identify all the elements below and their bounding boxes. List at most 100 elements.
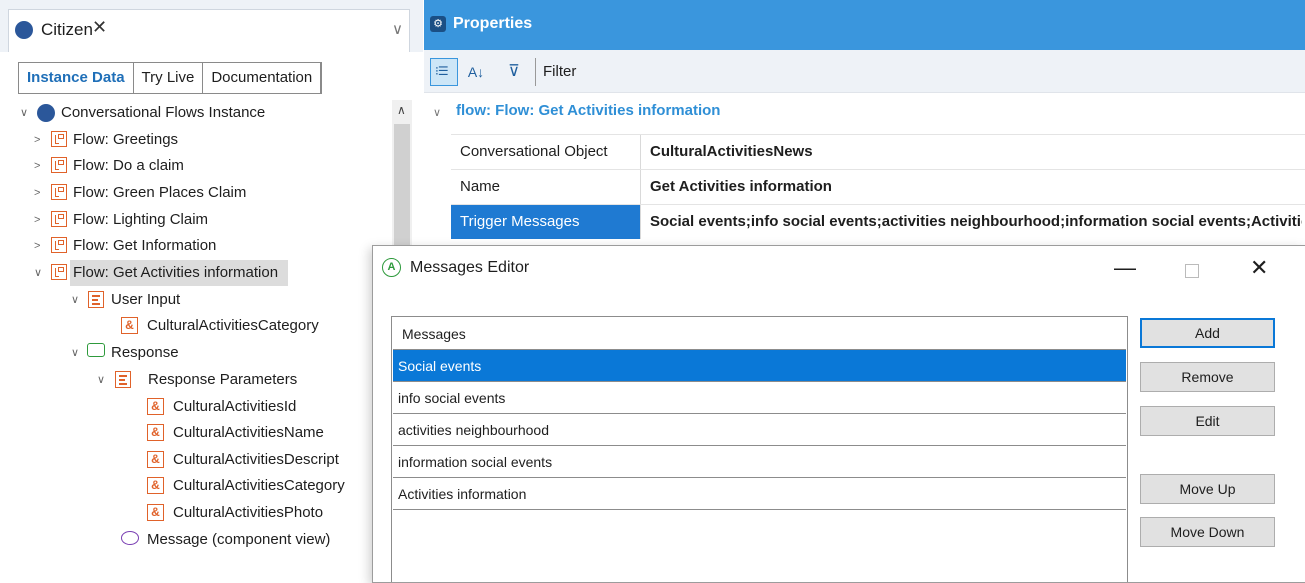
properties-header [424, 0, 1305, 50]
tree-node-flow[interactable]: > Flow: Lighting Claim [0, 207, 390, 233]
collapse-arrow-icon[interactable]: ∨ [34, 260, 42, 286]
chat-bubble-icon [87, 343, 105, 357]
tree-node-root[interactable]: ∨ Conversational Flows Instance [0, 100, 390, 126]
sort-alphabetical-button[interactable]: A↓ [462, 58, 490, 86]
variable-icon: & [121, 317, 138, 334]
tree-node-parameter[interactable]: & CulturalActivitiesPhoto [0, 500, 390, 526]
tree-node-parameter[interactable]: & CulturalActivitiesCategory [0, 473, 390, 499]
flow-icon [51, 184, 67, 200]
flow-icon [51, 211, 67, 227]
tab-try-live[interactable]: Try Live [134, 63, 204, 93]
message-row[interactable]: info social events [393, 382, 1126, 414]
flow-icon [51, 237, 67, 253]
tree-node-flow[interactable]: > Flow: Green Places Claim [0, 180, 390, 206]
tree-node-response[interactable]: ∨ Response [0, 340, 390, 366]
property-value[interactable]: Social events;info social events;activit… [642, 205, 1302, 239]
flow-icon [51, 264, 67, 280]
property-row[interactable]: Name Get Activities information [451, 169, 1305, 204]
message-row[interactable]: activities neighbourhood [393, 414, 1126, 446]
tree-node-label: CulturalActivitiesId [173, 398, 297, 415]
tree-node-response-parameters[interactable]: ∨ Response Parameters [0, 367, 390, 393]
tree-node-label: Flow: Greetings [73, 131, 179, 148]
collapse-arrow-icon[interactable]: ∨ [71, 287, 79, 313]
tree-node-parameter[interactable]: & CulturalActivitiesCategory [0, 313, 390, 339]
property-row-selected[interactable]: Trigger Messages Social events;info soci… [451, 204, 1305, 239]
tab-instance-data[interactable]: Instance Data [19, 63, 134, 93]
property-value[interactable]: Get Activities information [642, 170, 1302, 204]
edit-button[interactable]: Edit [1140, 406, 1275, 436]
genexus-app-icon: A [382, 258, 401, 277]
instance-subtabs: Instance Data Try Live Documentation [18, 62, 323, 94]
tree-node-label: Response [111, 344, 179, 361]
tree-node-label: CulturalActivitiesCategory [173, 477, 345, 494]
tree-node-label: CulturalActivitiesCategory [147, 317, 319, 334]
property-name: Conversational Object [451, 135, 641, 169]
flow-icon [51, 131, 67, 147]
property-name: Name [451, 170, 641, 204]
tree-node-flow[interactable]: > Flow: Do a claim [0, 153, 390, 179]
minimize-icon[interactable]: — [1114, 255, 1136, 281]
tree-node-message[interactable]: Message (component view) [0, 527, 390, 553]
property-value[interactable]: CulturalActivitiesNews [642, 135, 1302, 169]
tree-node-parameter[interactable]: & CulturalActivitiesName [0, 420, 390, 446]
message-row[interactable]: information social events [393, 446, 1126, 478]
expand-arrow-icon[interactable]: > [34, 153, 40, 179]
close-icon[interactable]: ✕ [1250, 255, 1268, 281]
chevron-down-icon[interactable]: ∨ [392, 20, 403, 38]
tree-node-flow-selected[interactable]: ∨ Flow: Get Activities information [0, 260, 390, 286]
variable-icon: & [147, 398, 164, 415]
expand-arrow-icon[interactable]: > [34, 233, 40, 259]
citizen-logo-icon [15, 21, 33, 39]
tree-node-label: CulturalActivitiesName [173, 424, 324, 441]
tree-node-parameter[interactable]: & CulturalActivitiesId [0, 394, 390, 420]
tree-node-label: Flow: Lighting Claim [73, 211, 209, 228]
properties-title: Properties [453, 15, 533, 32]
tab-documentation[interactable]: Documentation [203, 63, 322, 93]
properties-icon: ⚙ [430, 16, 446, 32]
tree-node-label: User Input [111, 291, 181, 308]
message-row[interactable]: Activities information [393, 478, 1126, 510]
move-down-button[interactable]: Move Down [1140, 517, 1275, 547]
filter-icon[interactable]: ⊽ [500, 58, 528, 86]
property-row[interactable]: Conversational Object CulturalActivities… [451, 134, 1305, 169]
tree-node-label: Conversational Flows Instance [61, 104, 266, 121]
tree-node-label: CulturalActivitiesDescript [173, 451, 339, 468]
conversational-flows-icon [37, 104, 55, 122]
expand-arrow-icon[interactable]: > [34, 127, 40, 153]
flow-icon [51, 157, 67, 173]
categorized-icon: ⁝☰ [435, 64, 449, 78]
tree-node-parameter[interactable]: & CulturalActivitiesDescript [0, 447, 390, 473]
toolbar-separator [535, 58, 536, 86]
property-group-label[interactable]: flow: Flow: Get Activities information [456, 102, 720, 119]
expand-arrow-icon[interactable]: > [34, 207, 40, 233]
variable-icon: & [147, 477, 164, 494]
collapse-arrow-icon[interactable]: ∨ [20, 100, 28, 126]
add-button[interactable]: Add [1140, 318, 1275, 348]
variable-icon: & [147, 451, 164, 468]
tree-node-flow[interactable]: > Flow: Get Information [0, 233, 390, 259]
filter-label[interactable]: Filter [543, 63, 576, 80]
tree-node-label: Flow: Get Activities information [70, 260, 289, 286]
categorized-view-button[interactable]: ⁝☰ [430, 58, 458, 86]
tree-node-user-input[interactable]: ∨ User Input [0, 287, 390, 313]
message-icon [121, 531, 139, 545]
remove-button[interactable]: Remove [1140, 362, 1275, 392]
document-tab-title: Citizen [41, 20, 93, 39]
tree-node-label: Flow: Do a claim [73, 157, 184, 174]
collapse-arrow-icon[interactable]: ∨ [97, 367, 105, 393]
move-up-button[interactable]: Move Up [1140, 474, 1275, 504]
close-tab-icon[interactable]: ✕ [92, 17, 107, 38]
dialog-title: Messages Editor [410, 259, 530, 276]
expand-arrow-icon[interactable]: > [34, 180, 40, 206]
scroll-up-icon[interactable]: ∧ [397, 103, 406, 117]
message-row-selected[interactable]: Social events [393, 350, 1126, 382]
variable-icon: & [147, 424, 164, 441]
tree-node-label: CulturalActivitiesPhoto [173, 504, 324, 521]
maximize-icon[interactable] [1185, 264, 1199, 278]
property-name: Trigger Messages [451, 205, 641, 239]
tree-node-label: Flow: Green Places Claim [73, 184, 247, 201]
tree-node-flow[interactable]: > Flow: Greetings [0, 127, 390, 153]
tree-node-label: Message (component view) [147, 531, 331, 548]
collapse-arrow-icon[interactable]: ∨ [71, 340, 79, 366]
collapse-arrow-icon[interactable]: ∨ [433, 106, 441, 119]
